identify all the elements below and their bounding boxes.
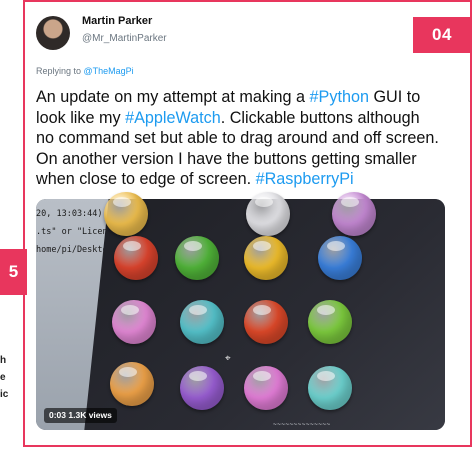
author-name[interactable]: Martin Parker — [82, 15, 152, 27]
left-text-fragment: ic — [0, 389, 9, 400]
ball-green[interactable] — [175, 236, 219, 280]
ball-pink[interactable] — [112, 300, 156, 344]
ball-top-partial-2[interactable] — [246, 192, 290, 236]
ball-top-partial-3[interactable] — [332, 192, 376, 236]
left-text-fragment: h — [0, 355, 7, 366]
ball-orange[interactable] — [110, 362, 154, 406]
reply-prefix: Replying to — [36, 66, 84, 76]
avatar[interactable] — [36, 16, 70, 50]
reply-context: Replying to @TheMagPi — [36, 66, 134, 76]
ball-green-2[interactable] — [308, 300, 352, 344]
tweet-text-segment: An update on my attempt at making a — [36, 88, 310, 106]
left-text-fragment: e — [0, 372, 6, 383]
hashtag-link[interactable]: #RaspberryPi — [256, 170, 354, 188]
ball-magenta[interactable] — [244, 366, 288, 410]
hashtag-link[interactable]: #Python — [310, 88, 369, 106]
ball-teal[interactable] — [308, 366, 352, 410]
video-player[interactable]: 20, 13:03:44) .ts" or "License home/pi/D… — [36, 199, 445, 430]
ball-blue[interactable] — [318, 236, 362, 280]
side-section-badge: 5 — [0, 249, 27, 295]
mouse-cursor-icon: ⌖ — [225, 353, 231, 364]
tweet-text: An update on my attempt at making a #Pyt… — [36, 87, 442, 190]
author-handle[interactable]: @Mr_MartinParker — [82, 33, 167, 44]
ball-purple[interactable] — [180, 366, 224, 410]
section-number-badge: 04 — [413, 17, 471, 53]
video-footer-text: ~~~~~~~~~~~~~~ — [273, 421, 331, 428]
ball-red[interactable] — [114, 236, 158, 280]
hashtag-link[interactable]: #AppleWatch — [125, 109, 221, 127]
reply-handle-link[interactable]: @TheMagPi — [84, 66, 134, 76]
ball-yellow[interactable] — [244, 236, 288, 280]
ball-top-partial-1[interactable] — [104, 192, 148, 236]
ball-red-2[interactable] — [244, 300, 288, 344]
video-views-badge: 0:03 1.3K views — [44, 408, 117, 423]
ball-cyan[interactable] — [180, 300, 224, 344]
